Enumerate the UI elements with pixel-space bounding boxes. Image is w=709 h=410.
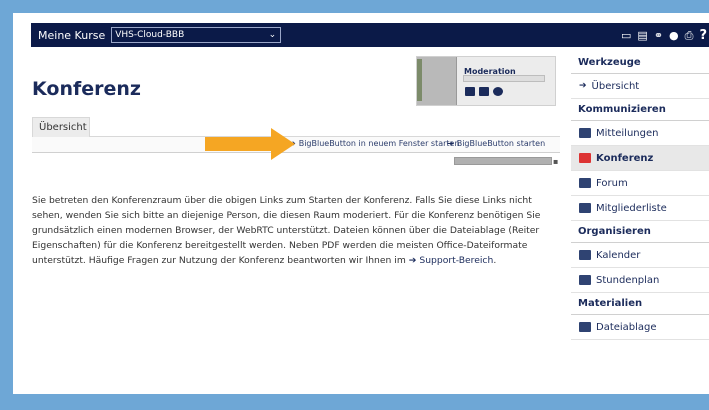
moderation-card: Moderation [416, 56, 556, 106]
sidebar-item-label: Mitgliederliste [596, 202, 667, 214]
sidebar-item-label: Stundenplan [596, 274, 660, 286]
sidebar-item-label: Übersicht [591, 80, 640, 92]
action-bar: ➔BigBlueButton in neuem Fenster starten … [32, 137, 560, 153]
sidebar-item-calendar[interactable]: Kalender [571, 243, 709, 268]
highlight-arrow-icon [205, 128, 295, 160]
calendar-icon [579, 250, 591, 260]
course-select-value: VHS-Cloud-BBB [115, 30, 185, 40]
sidebar-item-label: Forum [596, 177, 628, 189]
sidebar-item-conference[interactable]: Konferenz [571, 146, 709, 171]
sidebar-heading-communicate: Kommunizieren [571, 99, 709, 121]
my-courses-label: Meine Kurse [38, 28, 106, 42]
messages-icon [579, 128, 591, 138]
description-period: . [493, 255, 497, 266]
timetable-icon [579, 275, 591, 285]
sidebar-item-timetable[interactable]: Stundenplan [571, 268, 709, 293]
sidebar-item-label: Mitteilungen [596, 127, 659, 139]
bar-marker-icon: ▪ [553, 157, 559, 166]
chevron-down-icon: ⌄ [268, 30, 277, 40]
notes-icon[interactable]: ▤ [637, 30, 647, 41]
forum-icon [579, 178, 591, 188]
sidebar-item-label: Konferenz [596, 152, 654, 164]
mail-icon[interactable] [479, 87, 489, 96]
help-icon[interactable]: ? [699, 29, 707, 42]
sidebar-heading-materials: Materialien [571, 293, 709, 315]
sidebar-item-label: Dateiablage [596, 321, 657, 333]
tab-bar: Übersicht [32, 117, 560, 137]
files-icon [579, 322, 591, 332]
moderator-name-placeholder [463, 75, 545, 82]
start-bbb-link[interactable]: ➔ BigBlueButton starten [447, 139, 545, 148]
moderator-contact-icons [465, 87, 503, 96]
sidebar-item-label: Kalender [596, 249, 641, 261]
chat-icon[interactable]: ▭ [621, 30, 631, 41]
link-icon[interactable]: ⚭ [654, 30, 663, 41]
sidebar-item-forum[interactable]: Forum [571, 171, 709, 196]
moderator-avatar [417, 57, 457, 105]
members-icon [579, 203, 591, 213]
arrow-icon: ➔ [408, 255, 417, 266]
sidebar: Werkzeuge ➔ Übersicht Kommunizieren Mitt… [571, 52, 709, 342]
vcard-icon[interactable] [465, 87, 475, 96]
tab-overview[interactable]: Übersicht [32, 117, 90, 137]
loading-bar-placeholder [454, 157, 552, 165]
support-link-label: Support-Bereich [419, 255, 494, 266]
start-bbb-label: BigBlueButton starten [456, 139, 546, 148]
conference-icon [579, 153, 591, 163]
start-bbb-new-window-label: BigBlueButton in neuem Fenster starten [298, 139, 460, 148]
course-select[interactable]: VHS-Cloud-BBB ⌄ [111, 27, 282, 43]
start-bbb-new-window-link[interactable]: ➔BigBlueButton in neuem Fenster starten [289, 139, 460, 148]
arrow-icon: ➔ [447, 139, 454, 148]
sidebar-item-members[interactable]: Mitgliederliste [571, 196, 709, 221]
page-title: Konferenz [32, 78, 141, 100]
location-icon[interactable]: ● [669, 30, 679, 41]
conference-description: Sie betreten den Konferenzraum über die … [32, 193, 562, 268]
sidebar-heading-organize: Organisieren [571, 221, 709, 243]
top-navigation-bar: Meine Kurse VHS-Cloud-BBB ⌄ ▭ ▤ ⚭ ● ⎙ ? [31, 23, 709, 47]
support-link[interactable]: ➔ Support-Bereich [409, 255, 494, 266]
profile-icon[interactable] [493, 87, 503, 96]
sidebar-item-files[interactable]: Dateiablage [571, 315, 709, 340]
sidebar-item-overview[interactable]: ➔ Übersicht [571, 74, 709, 99]
topbar-icons: ▭ ▤ ⚭ ● ⎙ ? [621, 23, 707, 47]
sidebar-heading-tools: Werkzeuge [571, 52, 709, 74]
sidebar-item-messages[interactable]: Mitteilungen [571, 121, 709, 146]
arrow-icon: ➔ [579, 81, 587, 91]
print-icon[interactable]: ⎙ [685, 30, 694, 41]
